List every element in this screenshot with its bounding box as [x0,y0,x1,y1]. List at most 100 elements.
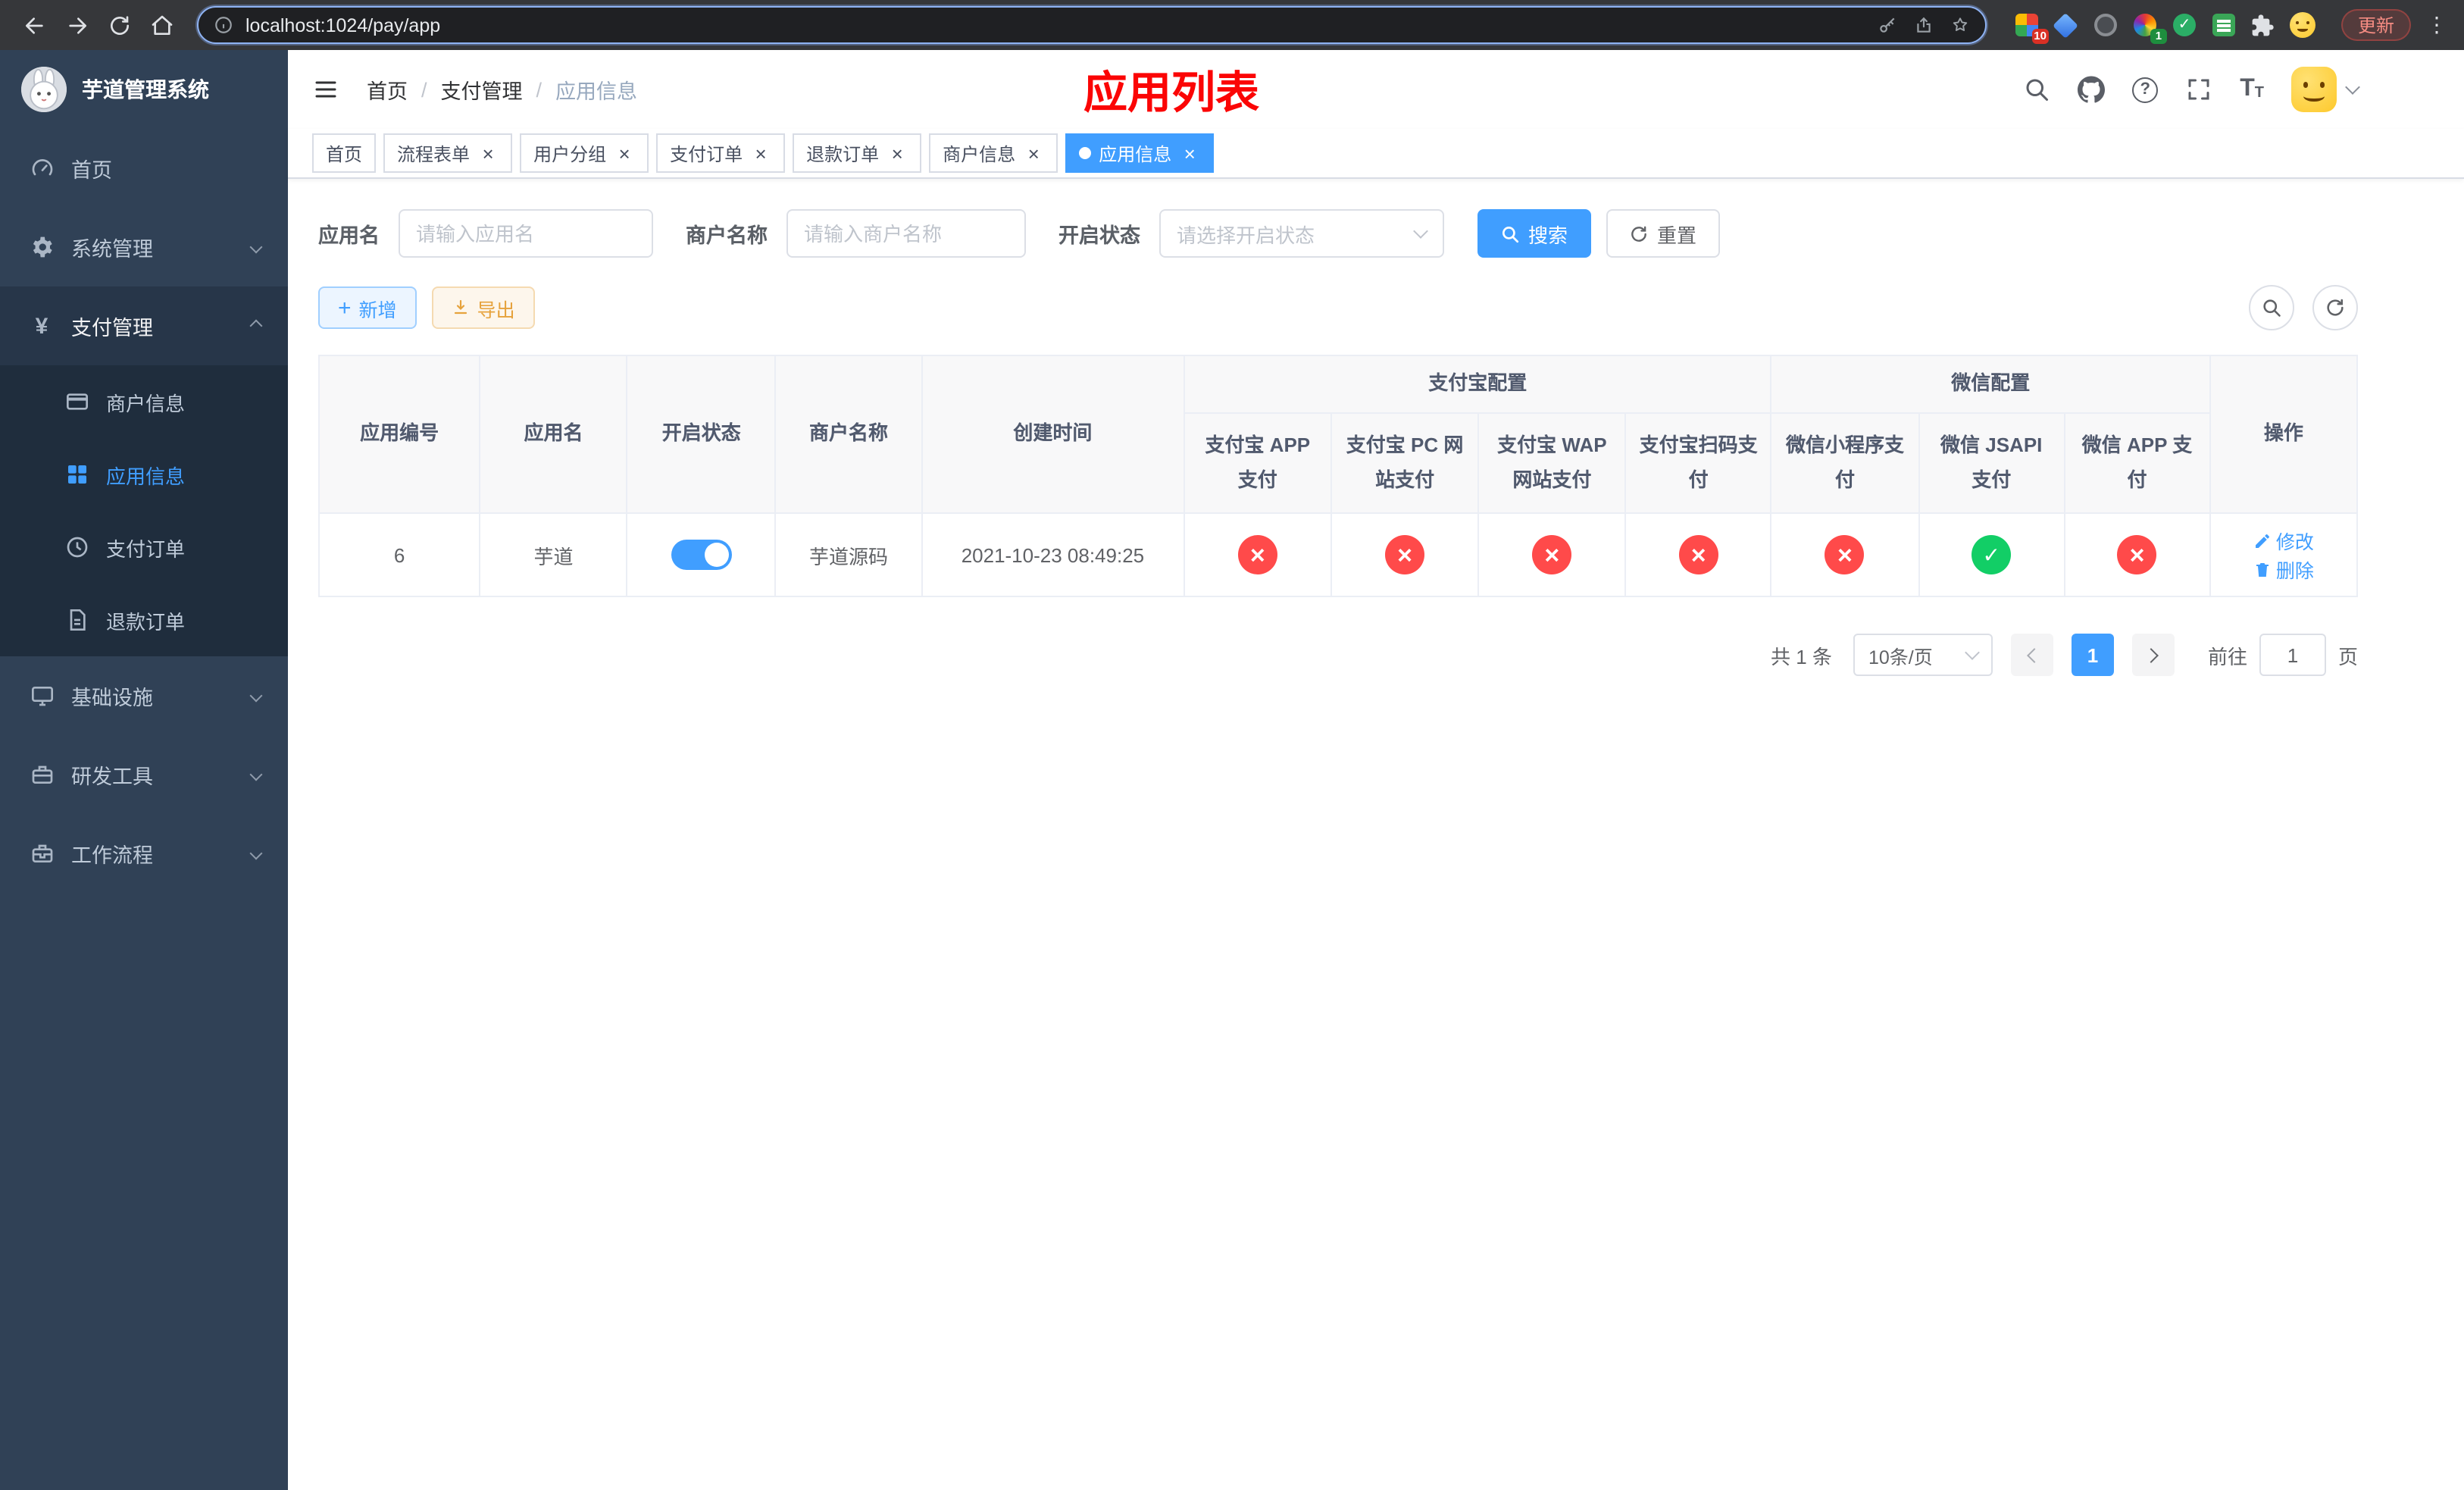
edit-link[interactable]: 修改 [2253,526,2314,555]
cross-status-icon [1678,535,1718,574]
status-select[interactable]: 请选择开启状态 [1159,209,1443,258]
next-page-button[interactable] [2131,634,2175,676]
cell-wechat-app [2063,512,2211,597]
help-button[interactable]: ? [2132,77,2159,102]
cell-actions: 修改 删除 [2209,512,2359,597]
extensions-area: 10 1 [2002,12,2328,44]
merchant-name-input[interactable] [786,209,1025,258]
sidebar-item-system[interactable]: 系统管理 [0,208,288,286]
breadcrumb-payment[interactable]: 支付管理 [441,74,523,105]
sidebar-item-dev-tools[interactable]: 研发工具 [0,735,288,814]
refresh-icon [2327,299,2344,316]
app-table-wrap: 应用编号 应用名 开启状态 商户名称 创建时间 支付宝配置 微信配置 操作 支付… [317,355,2359,597]
app-name-input[interactable] [398,209,652,258]
site-info-icon[interactable] [214,15,233,35]
extension-icon[interactable] [2172,12,2197,38]
extension-icon[interactable] [2053,12,2079,38]
toolbox-icon [29,762,55,787]
sidebar-item-label: 基础设施 [71,687,153,709]
gear-icon [29,234,55,260]
reload-icon [111,15,129,34]
cell-alipay-app [1183,512,1332,597]
close-icon[interactable] [1179,142,1200,164]
reset-button[interactable]: 重置 [1606,209,1720,258]
delete-link[interactable]: 删除 [2253,555,2314,584]
sidebar-item-infrastructure[interactable]: 基础设施 [0,656,288,735]
refresh-table-button[interactable] [2312,285,2358,330]
select-placeholder: 请选择开启状态 [1177,224,1315,246]
extension-icon[interactable]: 10 [2014,12,2049,44]
sidebar-item-label: 应用信息 [106,465,186,487]
cell-merchant: 芋道源码 [774,512,923,597]
share-icon[interactable] [1914,15,1934,35]
home-button[interactable] [142,5,182,45]
back-button[interactable] [15,5,55,45]
tab-home[interactable]: 首页 [312,133,377,173]
breadcrumb-home[interactable]: 首页 [367,74,408,105]
close-icon[interactable] [614,142,635,164]
add-button-label: 新增 [358,299,397,321]
tab-app-info[interactable]: 应用信息 [1065,133,1215,173]
forward-button[interactable] [58,5,97,45]
filter-label: 开启状态 [1058,224,1140,247]
breadcrumb-separator: / [421,78,427,101]
sidebar-item-workflow[interactable]: 工作流程 [0,814,288,893]
bookmark-star-icon[interactable] [1950,15,1970,35]
sidebar-item-app-info[interactable]: 应用信息 [0,438,288,511]
browser-menu-button[interactable]: ⋮ [2425,12,2449,38]
export-button[interactable]: 导出 [431,286,535,329]
sidebar-item-refund-orders[interactable]: 退款订单 [0,584,288,656]
gem-extension-icon [2053,12,2079,38]
tab-refund-orders[interactable]: 退款订单 [793,133,922,173]
url-text: localhost:1024/pay/app [245,14,441,36]
close-icon[interactable] [750,142,771,164]
tab-process-form[interactable]: 流程表单 [383,133,513,173]
password-key-icon[interactable] [1878,15,1897,35]
reload-button[interactable] [100,5,139,45]
extension-icon[interactable]: 1 [2132,12,2167,44]
credit-card-icon [64,389,89,415]
sidebar-item-pay-orders[interactable]: 支付订单 [0,511,288,584]
sidebar-item-merchant-info[interactable]: 商户信息 [0,365,288,438]
tab-merchant-info[interactable]: 商户信息 [929,133,1058,173]
font-size-button[interactable]: TT [2240,77,2264,102]
browser-update-button[interactable]: 更新 [2340,9,2411,41]
user-avatar-menu[interactable] [2291,67,2360,112]
sidebar-item-label: 研发工具 [71,765,153,788]
tab-user-group[interactable]: 用户分组 [520,133,649,173]
header-search-button[interactable] [2023,76,2050,103]
sidebar-item-label: 工作流程 [71,844,153,867]
briefcase-icon [29,840,55,866]
extensions-menu-button[interactable] [2250,12,2276,38]
edit-label: 修改 [2275,532,2314,553]
close-icon[interactable] [1023,142,1044,164]
extension-icon[interactable] [2211,12,2237,38]
toggle-search-button[interactable] [2249,285,2294,330]
search-button[interactable]: 搜索 [1477,209,1591,258]
goto-page: 前往 页 [2208,634,2358,676]
page-number-1[interactable]: 1 [2071,634,2114,676]
tags-view-bar: 首页 流程表单 用户分组 支付订单 退款订单 [288,129,2464,179]
github-link-button[interactable] [2078,76,2106,103]
sidebar-item-home[interactable]: 首页 [0,129,288,208]
close-icon[interactable] [477,142,499,164]
extension-badge: 1 [2150,29,2167,44]
cross-status-icon [2117,535,2157,574]
chevron-down-icon [1412,224,1427,239]
sidebar-logo-row[interactable]: 芋道管理系统 [0,50,288,129]
page-size-select[interactable]: 10条/页 [1853,634,1993,676]
browser-profile-avatar[interactable] [2289,12,2315,38]
close-icon[interactable] [886,142,908,164]
prev-page-button[interactable] [2010,634,2053,676]
extension-icon[interactable] [2093,12,2118,38]
goto-page-input[interactable] [2259,634,2326,676]
chevron-left-icon [2027,647,2042,662]
address-bar[interactable]: localhost:1024/pay/app [197,6,1987,44]
add-button[interactable]: 新增 [318,286,417,329]
status-toggle[interactable] [671,540,732,570]
chevron-down-icon [249,689,263,703]
tab-pay-orders[interactable]: 支付订单 [656,133,786,173]
fullscreen-button[interactable] [2185,76,2212,103]
sidebar-toggle-button[interactable] [312,74,342,105]
sidebar-item-payment[interactable]: ¥ 支付管理 [0,286,288,365]
